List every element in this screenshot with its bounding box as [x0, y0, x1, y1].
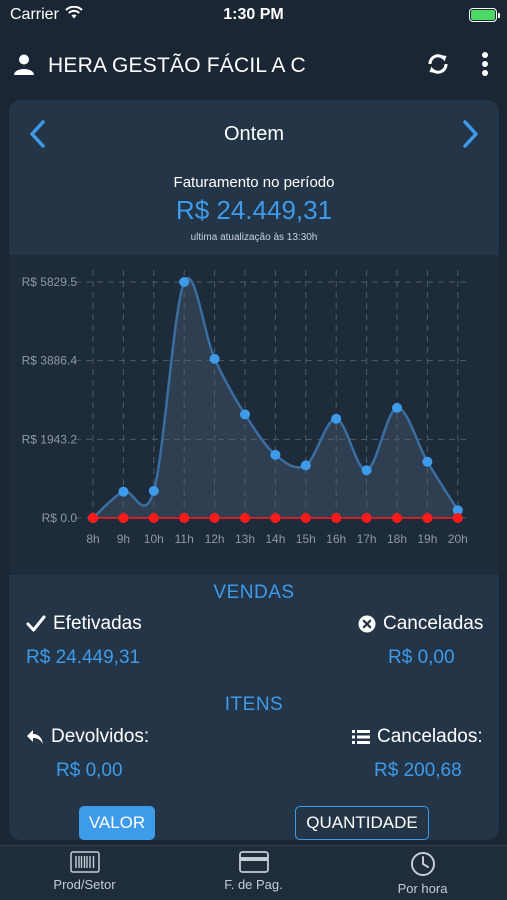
data-point: [331, 413, 342, 424]
return-arrow-icon: [27, 730, 43, 744]
y-tick-label: R$ 0.0: [42, 511, 78, 525]
cancel-data-point: [331, 513, 342, 523]
tab-prod-setor[interactable]: Prod/Setor: [0, 846, 169, 900]
hourly-revenue-chart: R$ 0.0 R$ 1943.2 R$ 3886.4 R$ 5829.5 8h 9h 10h…: [9, 255, 499, 575]
cancel-data-point: [452, 513, 463, 523]
quantidade-toggle-button[interactable]: QUANTIDADE: [295, 806, 429, 840]
x-tick-label: 14h: [265, 532, 285, 546]
x-tick-label: 15h: [296, 532, 316, 546]
devolvidos-label: Devolvidos:: [51, 726, 150, 747]
report-card: Ontem Faturamento no período R$ 24.449,3…: [9, 100, 499, 840]
cancel-data-point: [361, 513, 372, 523]
y-tick-label: R$ 1943.2: [22, 432, 78, 446]
devolvidos-value: R$ 0,00: [56, 760, 123, 781]
revenue-label: Faturamento no período: [173, 174, 335, 191]
cancel-data-point: [179, 513, 190, 523]
canceladas-value: R$ 0,00: [388, 647, 455, 668]
status-bar: Carrier 1:30 PM: [0, 0, 507, 30]
x-tick-label: 16h: [326, 532, 346, 546]
efetivadas-value: R$ 24.449,31: [26, 647, 141, 668]
user-icon[interactable]: [12, 52, 36, 81]
itens-title: ITENS: [224, 694, 284, 715]
x-tick-label: 12h: [205, 532, 225, 546]
x-tick-label: 19h: [417, 532, 437, 546]
data-point: [209, 353, 220, 364]
cancel-data-point: [392, 513, 402, 523]
cancel-circle-icon: [358, 615, 376, 633]
credit-card-icon: [238, 851, 269, 873]
devolvidos-stat: Devolvidos: R$ 0,00: [26, 726, 149, 782]
cancel-data-point: [422, 513, 433, 523]
vendas-title: VENDAS: [213, 582, 295, 603]
tab-forma-pagamento-label: F. de Pag.: [224, 877, 283, 892]
x-tick-label: 11h: [175, 532, 194, 546]
x-tick-label: 13h: [235, 532, 255, 546]
data-point: [179, 277, 190, 287]
carrier-label: Carrier: [10, 6, 59, 23]
wifi-icon: [65, 5, 83, 24]
cancel-data-point: [300, 513, 311, 523]
period-label: Ontem: [223, 122, 285, 145]
chart-svg: R$ 0.0 R$ 1943.2 R$ 3886.4 R$ 5829.5 8h 9h 10h…: [22, 270, 468, 546]
data-point: [118, 486, 129, 497]
chevron-right-icon: [463, 120, 478, 148]
valor-toggle-button[interactable]: VALOR: [79, 806, 155, 840]
cancelados-label: Cancelados:: [377, 726, 483, 747]
previous-period-button[interactable]: [19, 116, 55, 152]
revenue-summary: Faturamento no período R$ 24.449,31 ulti…: [9, 174, 499, 243]
battery-icon: [469, 8, 500, 22]
chevron-left-icon: [30, 120, 45, 148]
refresh-icon[interactable]: [425, 51, 451, 82]
x-tick-label: 8h: [86, 532, 99, 546]
carrier-group: Carrier: [10, 5, 83, 24]
next-period-button[interactable]: [453, 116, 489, 152]
cancel-data-point: [88, 513, 98, 523]
last-update-label: ultima atualização às 13:30h: [190, 232, 318, 243]
canceladas-label: Canceladas: [383, 613, 484, 634]
app-title: HERA GESTÃO FÁCIL A C: [48, 54, 306, 77]
tab-por-hora-label: Por hora: [397, 881, 448, 896]
x-tick-label: 9h: [117, 532, 130, 546]
cancelados-value: R$ 200,68: [374, 760, 462, 781]
cancelados-stat: Cancelados: R$ 200,68: [352, 726, 483, 782]
tab-forma-pagamento[interactable]: F. de Pag.: [169, 846, 338, 900]
cancel-data-point: [118, 513, 129, 523]
data-point: [361, 465, 372, 476]
app-bar: HERA GESTÃO FÁCIL A C: [0, 38, 507, 94]
data-point: [148, 485, 159, 496]
more-vertical-icon[interactable]: [481, 51, 489, 82]
canceladas-stat: Canceladas R$ 0,00: [358, 613, 483, 669]
efetivadas-label: Efetivadas: [53, 613, 142, 634]
data-point: [270, 449, 281, 460]
x-tick-label: 18h: [387, 532, 407, 546]
efetivadas-stat: Efetivadas R$ 24.449,31: [26, 613, 142, 669]
cancel-data-point: [148, 513, 159, 523]
barcode-icon: [69, 851, 100, 873]
data-point: [300, 460, 311, 471]
clock-icon: [410, 852, 435, 876]
cancel-data-point: [240, 513, 250, 523]
y-tick-label: R$ 5829.5: [22, 275, 78, 289]
period-selector: Ontem: [9, 100, 499, 168]
tab-bar: Prod/Setor F. de Pag. Por hora: [0, 845, 507, 900]
x-tick-label: 10h: [144, 532, 164, 546]
x-tick-label: 17h: [357, 532, 377, 546]
list-icon: [352, 730, 370, 744]
tab-por-hora[interactable]: Por hora: [338, 846, 507, 900]
cancel-data-point: [209, 513, 220, 523]
checkmark-icon: [26, 615, 46, 632]
data-point: [240, 409, 250, 420]
revenue-total: R$ 24.449,31: [175, 195, 333, 225]
cancel-data-point: [270, 513, 281, 523]
y-tick-label: R$ 3886.4: [22, 354, 78, 368]
tab-prod-setor-label: Prod/Setor: [53, 877, 116, 892]
x-tick-label: 20h: [448, 532, 468, 546]
data-point: [422, 456, 433, 467]
data-point: [392, 402, 402, 413]
